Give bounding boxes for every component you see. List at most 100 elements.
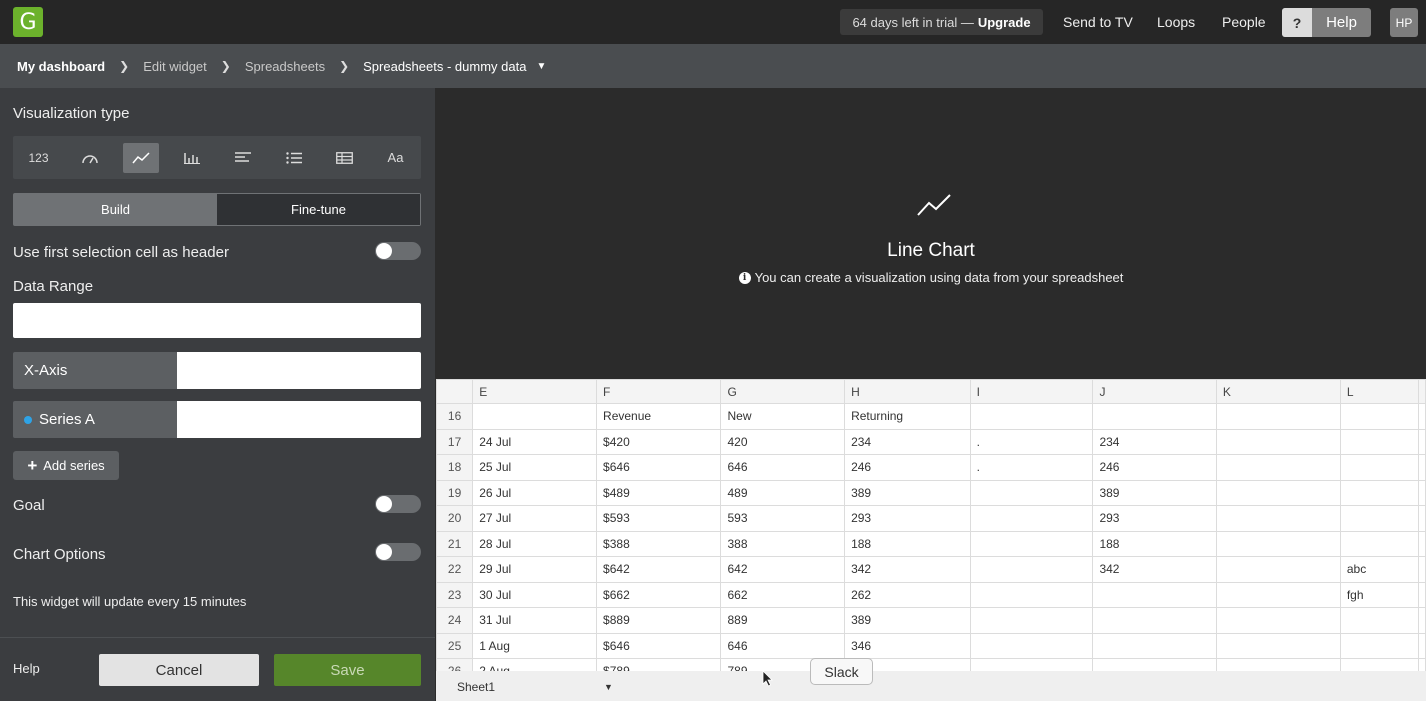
sheet-cell[interactable]: 293: [1092, 505, 1217, 532]
people-link[interactable]: People: [1222, 14, 1266, 30]
sheet-cell[interactable]: $489: [596, 479, 722, 506]
send-to-tv-link[interactable]: Send to TV: [1063, 14, 1133, 30]
row-number[interactable]: 24: [436, 607, 474, 634]
sheet-cell[interactable]: 420: [720, 428, 846, 455]
sheet-cell[interactable]: [472, 403, 598, 430]
help-link[interactable]: Help: [13, 661, 40, 676]
sheet-cell[interactable]: [1418, 556, 1426, 583]
breadcrumb-edit-widget[interactable]: Edit widget: [143, 59, 207, 74]
sheet-cell[interactable]: [1215, 556, 1341, 583]
sheet-cell[interactable]: 593: [720, 505, 846, 532]
sheet-cell[interactable]: New: [720, 403, 846, 430]
sheet-cell[interactable]: 234: [844, 428, 971, 455]
sheet-cell[interactable]: $662: [596, 581, 722, 608]
column-header[interactable]: L: [1339, 379, 1420, 404]
sheet-cell[interactable]: $593: [596, 505, 722, 532]
sheet-cell[interactable]: 246: [1092, 454, 1217, 481]
sheet-cell[interactable]: [1418, 505, 1426, 532]
sheet-cell[interactable]: [1092, 632, 1217, 659]
sheet-cell[interactable]: [1215, 632, 1341, 659]
sheet-cell[interactable]: [1215, 428, 1341, 455]
sheet-cell[interactable]: [1339, 479, 1420, 506]
series-a-input[interactable]: [177, 401, 421, 438]
sheet-cell[interactable]: [969, 556, 1094, 583]
sheet-cell[interactable]: 889: [720, 607, 846, 634]
geckoboard-logo[interactable]: G: [13, 7, 43, 37]
trial-upgrade-button[interactable]: 64 days left in trial — Upgrade: [840, 9, 1043, 35]
sheet-cell[interactable]: [969, 479, 1094, 506]
sheet-cell[interactable]: [969, 403, 1094, 430]
column-header[interactable]: K: [1215, 379, 1341, 404]
sheet-cell[interactable]: 30 Jul: [472, 581, 598, 608]
sheet-cell[interactable]: [1339, 632, 1420, 659]
sheet-cell[interactable]: [1418, 607, 1426, 634]
sheet-cell[interactable]: [1339, 403, 1420, 430]
sheet-cell[interactable]: 489: [720, 479, 846, 506]
sheet-cell[interactable]: 27 Jul: [472, 505, 598, 532]
sheet-cell[interactable]: 346: [844, 632, 971, 659]
sheet-cell[interactable]: 234: [1092, 428, 1217, 455]
sheet-cell[interactable]: [1339, 454, 1420, 481]
chart-options-toggle[interactable]: [375, 543, 421, 561]
sheet-cell[interactable]: [1418, 530, 1426, 557]
sheet-cell[interactable]: 342: [844, 556, 971, 583]
sheet-cell[interactable]: [1215, 607, 1341, 634]
row-number[interactable]: 16: [436, 403, 474, 430]
data-range-input[interactable]: [13, 303, 421, 338]
viz-column-button[interactable]: [174, 143, 210, 173]
column-header[interactable]: G: [720, 379, 846, 404]
header-toggle[interactable]: [375, 242, 421, 260]
sheet-cell[interactable]: [1418, 454, 1426, 481]
sheet-cell[interactable]: [1339, 505, 1420, 532]
sheet-cell[interactable]: 389: [1092, 479, 1217, 506]
viz-number-button[interactable]: 123: [21, 143, 57, 173]
row-number[interactable]: 26: [436, 658, 474, 671]
help-button[interactable]: ? Help: [1282, 8, 1371, 37]
spreadsheet-grid[interactable]: EFGHIJKL 16 Revenue New Returning 17 24 Jul $4…: [436, 379, 1426, 671]
sheet-cell[interactable]: 262: [844, 581, 971, 608]
sheet-cell[interactable]: $789: [596, 658, 722, 671]
sheet-cell[interactable]: [969, 632, 1094, 659]
sheet-cell[interactable]: 188: [844, 530, 971, 557]
sheet-cell[interactable]: fgh: [1339, 581, 1420, 608]
viz-text-button[interactable]: Aa: [378, 143, 414, 173]
sheet-cell[interactable]: 1 Aug: [472, 632, 598, 659]
column-header[interactable]: J: [1092, 379, 1217, 404]
sheet-cell[interactable]: [969, 530, 1094, 557]
row-number[interactable]: 19: [436, 479, 474, 506]
sheet-cell[interactable]: 246: [844, 454, 971, 481]
sheet-cell[interactable]: [1339, 530, 1420, 557]
sheet-cell[interactable]: 26 Jul: [472, 479, 598, 506]
sheet-cell[interactable]: [1215, 581, 1341, 608]
viz-leaderboard-button[interactable]: [276, 143, 312, 173]
sheet-cell[interactable]: [1418, 632, 1426, 659]
column-header[interactable]: E: [472, 379, 598, 404]
row-number[interactable]: 17: [436, 428, 474, 455]
column-header[interactable]: F: [596, 379, 722, 404]
x-axis-input[interactable]: [177, 352, 421, 389]
sheet-cell[interactable]: [1215, 530, 1341, 557]
sheet-cell[interactable]: .: [969, 454, 1094, 481]
sheet-cell[interactable]: [1215, 658, 1341, 671]
sheet-cell[interactable]: $646: [596, 632, 722, 659]
sheet-cell[interactable]: 389: [844, 607, 971, 634]
sheet-cell[interactable]: 342: [1092, 556, 1217, 583]
sheet-cell[interactable]: 31 Jul: [472, 607, 598, 634]
sheet-cell[interactable]: $642: [596, 556, 722, 583]
sheet-tab[interactable]: Sheet1: [457, 680, 495, 694]
goal-toggle[interactable]: [375, 495, 421, 513]
sheet-cell[interactable]: [969, 658, 1094, 671]
row-number[interactable]: 20: [436, 505, 474, 532]
row-number[interactable]: 25: [436, 632, 474, 659]
sheet-cell[interactable]: [1215, 505, 1341, 532]
caret-down-icon[interactable]: ▼: [604, 682, 613, 692]
row-number[interactable]: 18: [436, 454, 474, 481]
sheet-cell[interactable]: 2 Aug: [472, 658, 598, 671]
sheet-cell[interactable]: $388: [596, 530, 722, 557]
sheet-cell[interactable]: 24 Jul: [472, 428, 598, 455]
sheet-cell[interactable]: 389: [844, 479, 971, 506]
sheet-cell[interactable]: 388: [720, 530, 846, 557]
sheet-cell[interactable]: [1418, 479, 1426, 506]
sheet-cell[interactable]: [1092, 403, 1217, 430]
sheet-cell[interactable]: [1339, 607, 1420, 634]
